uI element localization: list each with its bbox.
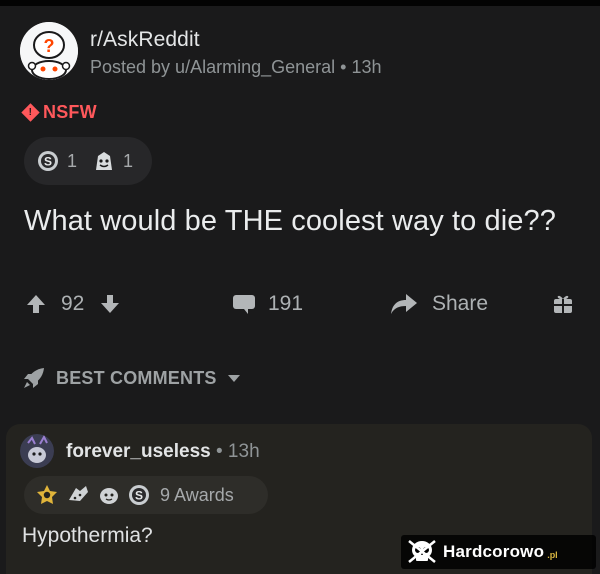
silver-award-count: 1 (67, 150, 78, 171)
silver-award-icon: S (129, 485, 149, 505)
award-button[interactable] (552, 286, 574, 322)
upvote-arrow-icon[interactable] (26, 293, 46, 315)
comment-sort-dropdown[interactable]: BEST COMMENTS (22, 365, 241, 391)
commenter-avatar[interactable] (20, 434, 54, 468)
vote-controls: 92 (26, 286, 120, 322)
share-arrow-icon (391, 294, 417, 314)
site-watermark: Hardcorowo .pl (401, 535, 596, 569)
subreddit-avatar[interactable]: ? (20, 22, 78, 80)
comment-awards-count: 9 Awards (160, 484, 234, 505)
comment-timestamp: • 13h (216, 441, 260, 462)
svg-text:S: S (135, 489, 143, 503)
watermark-tld: .pl (547, 550, 558, 560)
gift-icon (554, 295, 572, 313)
skull-logo-icon (408, 540, 436, 563)
comment-count: 191 (268, 292, 304, 315)
sort-label: BEST COMMENTS (56, 367, 217, 388)
downvote-arrow-icon[interactable] (100, 293, 120, 315)
watermark-name: Hardcorowo (443, 542, 545, 561)
wholesome-award-icon (96, 152, 113, 170)
post-byline[interactable]: Posted by u/Alarming_General • 13h (90, 57, 381, 78)
upvote-count: 92 (61, 292, 85, 315)
comment-bubble-icon (233, 295, 255, 314)
caret-down-icon (227, 375, 240, 382)
silver-award-icon: S (38, 151, 58, 171)
bless-up-award-icon (100, 488, 118, 504)
comment-awards[interactable]: S 9 Awards (24, 476, 268, 514)
share-button[interactable]: Share (390, 286, 488, 322)
nsfw-diamond-icon: ! (21, 102, 40, 122)
comment-username[interactable]: forever_useless (66, 441, 211, 463)
post-action-bar: 92 191 Share (0, 286, 600, 322)
nsfw-tag: ! NSFW (21, 101, 97, 123)
rocket-icon (24, 368, 44, 388)
comments-button[interactable]: 191 (232, 286, 303, 322)
nsfw-label: NSFW (43, 101, 97, 122)
hugz-award-icon (69, 486, 88, 501)
post-awards[interactable]: S 1 1 (24, 137, 152, 185)
subreddit-name[interactable]: r/AskReddit (90, 28, 200, 52)
user-avatar-icon (20, 434, 54, 468)
helpful-award-icon (37, 485, 57, 504)
svg-text:?: ? (44, 36, 55, 56)
wholesome-award-count: 1 (123, 150, 134, 171)
svg-text:S: S (44, 155, 52, 169)
share-label: Share (432, 292, 489, 315)
post-title[interactable]: What would be THE coolest way to die?? (24, 205, 556, 238)
comment-body: Hypothermia? (22, 524, 153, 547)
askreddit-snoo-icon: ? (20, 22, 78, 80)
